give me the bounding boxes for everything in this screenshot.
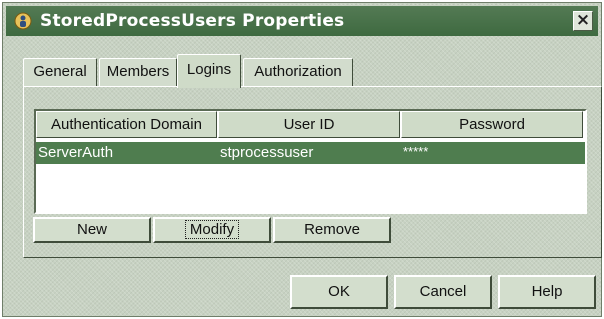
cell-user-id: stprocessuser (220, 144, 314, 161)
tab-members[interactable]: Members (99, 58, 177, 86)
column-header-authentication-domain[interactable]: Authentication Domain (36, 111, 217, 138)
modify-button[interactable]: Modify (153, 217, 271, 243)
cell-password: ***** (403, 144, 429, 159)
new-button-label: New (76, 221, 107, 238)
new-button[interactable]: New (33, 217, 151, 243)
remove-button-label: Remove (304, 221, 360, 238)
dialog-title: StoredProcessUsers Properties (40, 11, 345, 31)
column-header-label: Authentication Domain (51, 116, 202, 133)
help-button-label: Help (531, 283, 563, 300)
tab-authorization-label: Authorization (254, 63, 342, 80)
tab-general-label: General (33, 63, 87, 80)
modify-button-label: Modify (184, 220, 240, 239)
cancel-button[interactable]: Cancel (394, 275, 492, 309)
tab-authorization[interactable]: Authorization (243, 58, 353, 86)
close-icon: × (575, 10, 591, 30)
help-button[interactable]: Help (498, 275, 596, 309)
column-header-user-id[interactable]: User ID (218, 111, 400, 138)
title-bar[interactable]: StoredProcessUsers Properties × (6, 6, 598, 36)
logins-table[interactable]: Authentication Domain User ID Password S… (34, 109, 587, 214)
column-header-password[interactable]: Password (401, 111, 583, 138)
table-row[interactable]: ServerAuth stprocessuser ***** (36, 142, 585, 164)
column-header-label: User ID (283, 116, 335, 133)
ok-button-label: OK (328, 283, 350, 300)
tab-logins-label: Logins (186, 61, 232, 78)
tab-general[interactable]: General (23, 58, 97, 86)
cancel-button-label: Cancel (419, 283, 467, 300)
group-icon (14, 12, 32, 30)
properties-dialog: StoredProcessUsers Properties × General … (2, 2, 602, 317)
cell-domain: ServerAuth (38, 144, 114, 161)
ok-button[interactable]: OK (290, 275, 388, 309)
close-button[interactable]: × (573, 11, 593, 31)
tab-logins[interactable]: Logins (177, 54, 241, 88)
remove-button[interactable]: Remove (273, 217, 391, 243)
tab-members-label: Members (106, 63, 170, 80)
column-header-label: Password (459, 116, 525, 133)
